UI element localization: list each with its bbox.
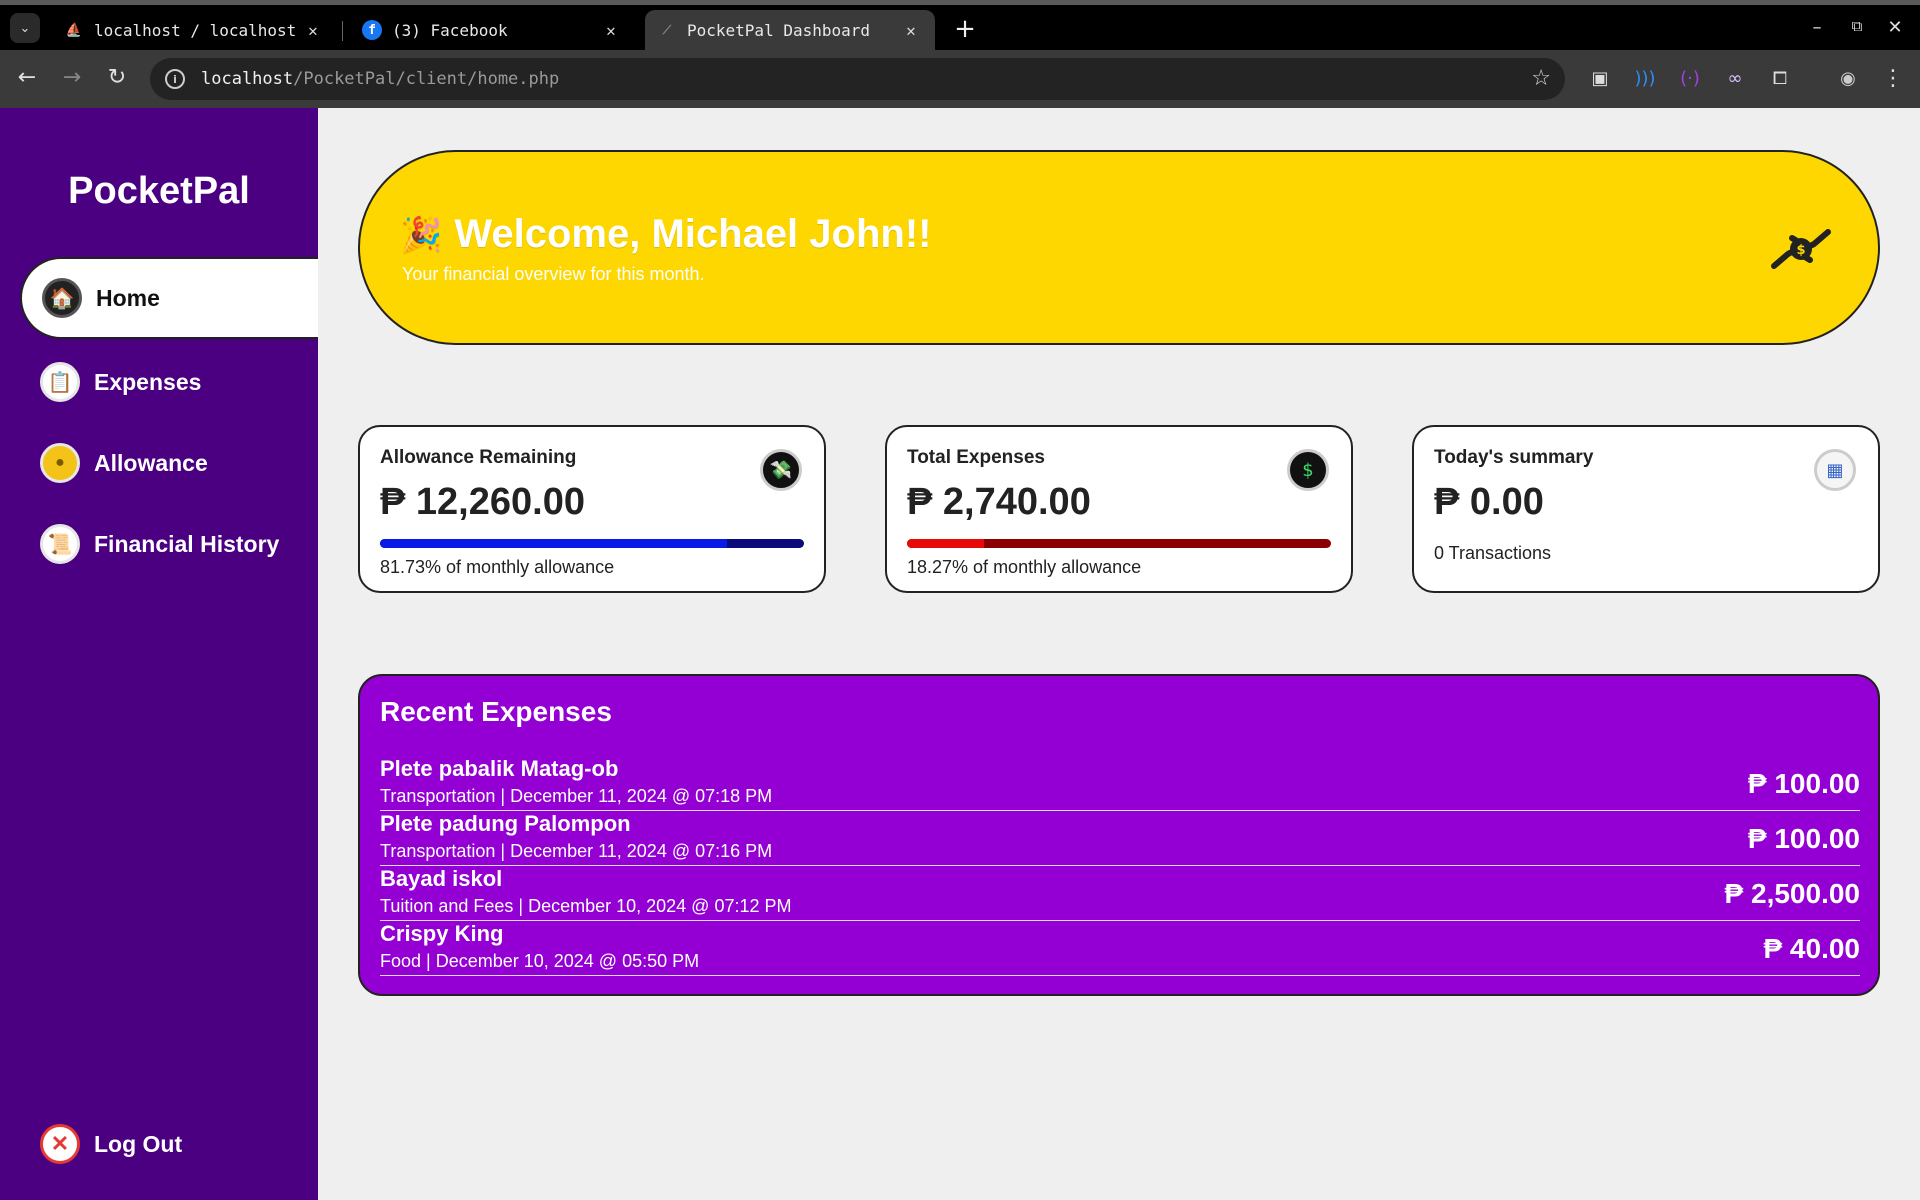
expense-meta: Transportation | December 11, 2024 @ 07:…	[380, 786, 773, 806]
forward-icon[interactable]: →	[57, 64, 87, 94]
close-tab-icon[interactable]: ✕	[601, 21, 621, 40]
expense-amount: ₱ 40.00	[1763, 933, 1860, 964]
card-note: 18.27% of monthly allowance	[907, 557, 1142, 577]
total-expenses-card: Total Expenses $ ₱ 2,740.00 18.27% of mo…	[885, 425, 1353, 593]
sidebar-item-label: Financial History	[94, 530, 280, 557]
recent-expenses-list: Plete pabalik Matag-ob Transportation | …	[380, 756, 1860, 976]
recent-expenses-panel: Recent Expenses Plete pabalik Matag-ob T…	[358, 674, 1880, 996]
tab-pocketpal[interactable]: ⟋ PocketPal Dashboard ✕	[645, 10, 935, 50]
read-aloud-icon[interactable]: )))	[1630, 64, 1660, 94]
expense-amount: ₱ 100.00	[1747, 823, 1860, 854]
close-circle-icon: ✕	[40, 1124, 80, 1164]
recent-expenses-title: Recent Expenses	[380, 696, 612, 727]
logout-label: Log Out	[94, 1130, 183, 1157]
bookmark-star-icon[interactable]: ☆	[1531, 66, 1551, 91]
media-panel-icon[interactable]: ▣	[1585, 64, 1615, 94]
pocketpal-icon: ⟋	[662, 22, 672, 37]
sidebar-item-label: Expenses	[94, 368, 202, 395]
tab-facebook[interactable]: f (3) Facebook ✕	[350, 10, 635, 50]
transaction-count: 0 Transactions	[1434, 543, 1552, 563]
extensions-puzzle-icon[interactable]: ⧠	[1765, 64, 1795, 94]
clipboard-icon: 📋	[40, 362, 80, 402]
browser-toolbar: ← → ↻ i localhost/PocketPal/client/home.…	[0, 50, 1920, 108]
expense-meta: Tuition and Fees | December 10, 2024 @ 0…	[380, 896, 792, 916]
card-value: ₱ 12,260.00	[380, 481, 585, 523]
url-host: localhost	[201, 69, 294, 89]
list-item: Crispy King Food | December 10, 2024 @ 0…	[380, 921, 1860, 976]
house-icon: 🏠	[42, 278, 82, 318]
welcome-banner: 🎉 Welcome, Michael John!! Your financial…	[358, 150, 1880, 345]
expense-amount: ₱ 2,500.00	[1724, 878, 1860, 909]
url-path: /PocketPal/client/home.php	[293, 69, 560, 89]
hand-giving-money-icon: $	[1771, 229, 1831, 269]
expense-meta: Transportation | December 11, 2024 @ 07:…	[380, 841, 773, 861]
list-item: Bayad iskol Tuition and Fees | December …	[380, 866, 1860, 921]
site-info-icon[interactable]: i	[165, 69, 185, 89]
brand-logo: PocketPal	[68, 170, 250, 212]
sidebar-item-home[interactable]: 🏠 Home	[20, 257, 318, 339]
progress-fill	[380, 539, 727, 548]
sidebar: PocketPal 🏠 Home 📋 Expenses ● Allowance …	[0, 108, 318, 1200]
sidebar-item-allowance[interactable]: ● Allowance	[20, 422, 318, 504]
welcome-subtitle: Your financial overview for this month.	[402, 264, 705, 284]
close-tab-icon[interactable]: ✕	[303, 21, 323, 40]
progress-fill	[907, 539, 985, 548]
address-bar[interactable]: i localhost/PocketPal/client/home.php ☆	[150, 58, 1565, 100]
tab-list-button[interactable]: ⌄	[10, 13, 40, 43]
back-icon[interactable]: ←	[12, 64, 42, 94]
allowance-progress-bar	[380, 539, 804, 548]
sidebar-item-expenses[interactable]: 📋 Expenses	[20, 341, 318, 423]
minimize-icon[interactable]: –	[1802, 17, 1832, 38]
card-value: ₱ 0.00	[1434, 481, 1544, 523]
expense-name: Plete padung Palompon	[380, 811, 631, 836]
list-item: Plete pabalik Matag-ob Transportation | …	[380, 756, 1860, 811]
expense-name: Bayad iskol	[380, 866, 503, 891]
coin-icon: ●	[40, 443, 80, 483]
card-title: Today's summary	[1434, 447, 1594, 468]
expense-amount: ₱ 100.00	[1747, 768, 1860, 799]
url-text: localhost/PocketPal/client/home.php	[201, 69, 559, 89]
browser-tab-bar: ⌄ ⛵ localhost / localhost ✕ f (3) Facebo…	[0, 0, 1920, 50]
expense-name: Crispy King	[380, 921, 504, 946]
expense-name: Plete pabalik Matag-ob	[380, 756, 619, 781]
reload-icon[interactable]: ↻	[102, 64, 132, 94]
list-item: Plete padung Palompon Transportation | D…	[380, 811, 1860, 866]
facebook-icon: f	[362, 20, 382, 40]
tab-title: PocketPal Dashboard	[687, 20, 871, 40]
welcome-heading: 🎉 Welcome, Michael John!!	[400, 212, 931, 257]
new-tab-button[interactable]: +	[950, 15, 980, 45]
dollar-icon: $	[1287, 449, 1329, 491]
card-value: ₱ 2,740.00	[907, 481, 1091, 523]
main-content: 🎉 Welcome, Michael John!! Your financial…	[318, 108, 1920, 1200]
svg-text:$: $	[1796, 243, 1805, 258]
profile-avatar-icon[interactable]: ◉	[1833, 64, 1863, 94]
expense-meta: Food | December 10, 2024 @ 05:50 PM	[380, 951, 700, 971]
phpmyadmin-icon: ⛵	[65, 22, 83, 38]
sidebar-item-label: Home	[96, 284, 160, 311]
todays-summary-card: Today's summary ▦ ₱ 0.00 0 Transactions	[1412, 425, 1880, 593]
extension-broadcast-icon[interactable]: (·)	[1675, 64, 1705, 94]
card-title: Total Expenses	[907, 447, 1045, 468]
sidebar-item-label: Allowance	[94, 449, 208, 476]
card-title: Allowance Remaining	[380, 447, 577, 468]
tab-localhost[interactable]: ⛵ localhost / localhost ✕	[52, 10, 337, 50]
expenses-progress-bar	[907, 539, 1331, 548]
close-window-icon[interactable]: ✕	[1880, 17, 1910, 38]
tab-title: localhost / localhost	[94, 20, 297, 40]
money-with-wings-icon: 💸	[760, 449, 802, 491]
tab-divider	[342, 21, 343, 41]
sidebar-item-financial-history[interactable]: 📜 Financial History	[20, 503, 318, 585]
close-tab-icon[interactable]: ✕	[901, 21, 921, 40]
card-note: 81.73% of monthly allowance	[380, 557, 615, 577]
restore-icon[interactable]: ⧉	[1842, 17, 1872, 35]
calendar-icon: ▦	[1814, 449, 1856, 491]
party-popper-icon: 🎉	[400, 215, 443, 254]
tab-title: (3) Facebook	[392, 20, 508, 40]
allowance-remaining-card: Allowance Remaining 💸 ₱ 12,260.00 81.73%…	[358, 425, 826, 593]
browser-menu-icon[interactable]: ⋮	[1878, 64, 1908, 94]
welcome-title-text: Welcome, Michael John!!	[454, 212, 932, 256]
extension-glasses-icon[interactable]: ∞	[1720, 64, 1750, 94]
scroll-icon: 📜	[40, 524, 80, 564]
logout-button[interactable]: ✕ Log Out	[20, 1103, 318, 1185]
